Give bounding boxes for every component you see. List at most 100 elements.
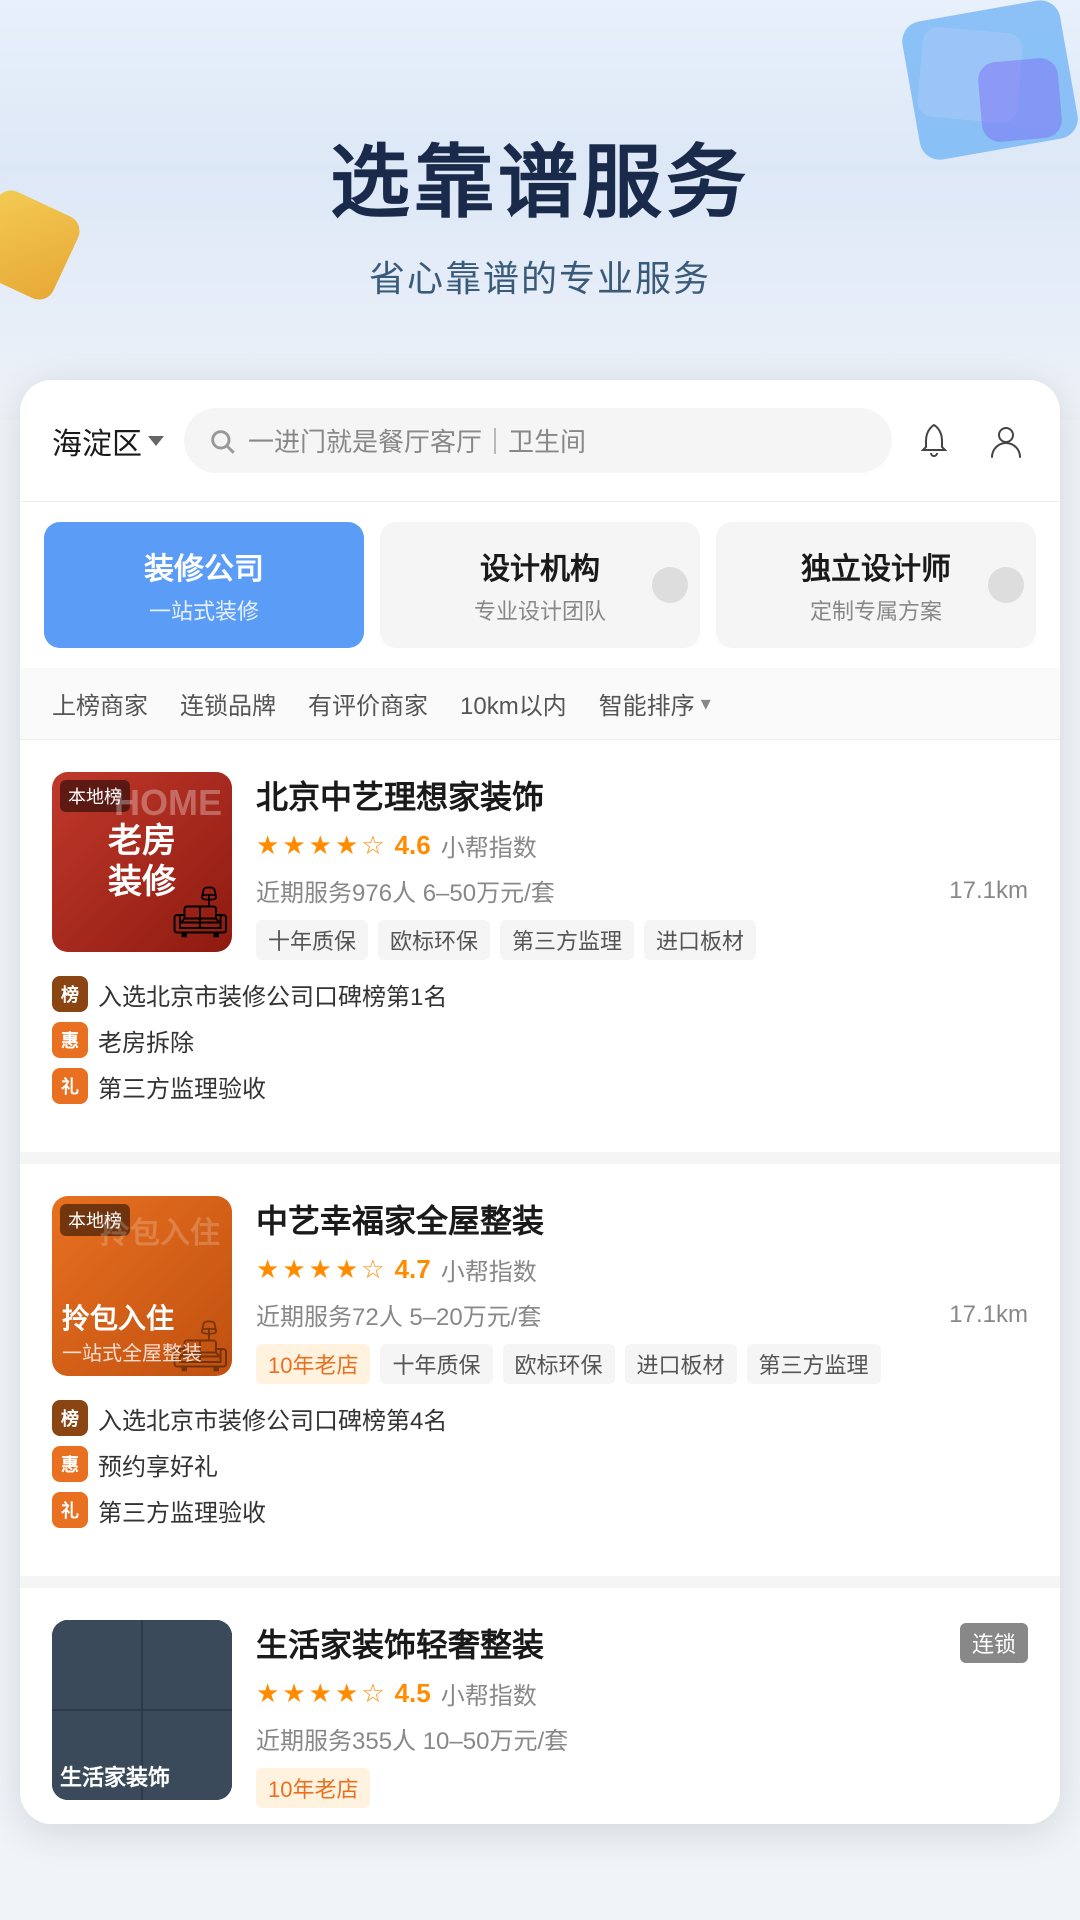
li-icon: 礼	[52, 1068, 88, 1104]
star-icon: ★	[256, 1678, 279, 1709]
search-input-wrapper[interactable]: 一进门就是餐厅客厅｜卫生间	[184, 408, 892, 473]
listing-info-2: 中艺幸福家全屋整装 ★ ★ ★ ★ ☆ 4.7 小帮指数 近期服务72人 5–2…	[256, 1196, 1028, 1400]
notification-button[interactable]	[912, 419, 956, 463]
tab-decoration[interactable]: 装修公司 一站式装修	[44, 522, 364, 648]
badge-text: 第三方监理验收	[98, 1493, 266, 1528]
tab-design-avatar	[652, 567, 688, 603]
tag: 欧标环保	[378, 920, 490, 960]
tab-designer-subtitle: 定制专属方案	[810, 594, 942, 626]
tags-row-1: 十年质保 欧标环保 第三方监理 进口板材	[256, 920, 1028, 960]
sofa-icon: 🛋	[169, 883, 232, 942]
service-info-2: 近期服务72人 5–20万元/套 17.1km	[256, 1297, 1028, 1332]
badge-text: 入选北京市装修公司口碑榜第4名	[98, 1401, 447, 1436]
tags-row-2: 10年老店 十年质保 欧标环保 进口板材 第三方监理	[256, 1344, 1028, 1384]
profile-button[interactable]	[984, 419, 1028, 463]
location-text: 海淀区	[52, 419, 142, 463]
listing-info-3: 生活家装饰轻奢整装 连锁 ★ ★ ★ ★ ☆ 4.5 小帮指数 近期服务355人…	[256, 1620, 1028, 1824]
divider	[20, 1576, 1060, 1588]
tag: 十年质保	[256, 920, 368, 960]
tag: 第三方监理	[500, 920, 634, 960]
hero-subtitle: 省心靠谱的专业服务	[369, 250, 711, 302]
sort-chevron-icon: ▾	[701, 691, 711, 716]
tag: 十年质保	[380, 1344, 492, 1384]
filter-rated[interactable]: 有评价商家	[308, 686, 428, 721]
star-half-icon: ☆	[361, 1254, 384, 1285]
divider	[20, 1152, 1060, 1164]
listing-name-2: 中艺幸福家全屋整装	[256, 1196, 1028, 1242]
thumb-text-2: 拎包入住 一站式全屋整装	[52, 1291, 212, 1376]
rating-label-3: 小帮指数	[441, 1676, 537, 1711]
badge-item: 惠 预约享好礼	[52, 1446, 1028, 1482]
tag: 第三方监理	[747, 1344, 881, 1384]
hero-title: 选靠谱服务	[330, 118, 750, 234]
tag: 进口板材	[625, 1344, 737, 1384]
distance-1: 17.1km	[949, 877, 1028, 905]
star-icon: ★	[309, 1678, 332, 1709]
deco-top-right	[860, 0, 1080, 200]
listing-badges-2: 榜 入选北京市装修公司口碑榜第4名 惠 预约享好礼 礼 第三方监理验收	[20, 1400, 1060, 1576]
tab-designer[interactable]: 独立设计师 定制专属方案	[716, 522, 1036, 648]
listing-item[interactable]: 本地榜 生活家装饰 生活家装饰轻奢整装 连锁 ★ ★ ★	[20, 1588, 1060, 1824]
bang-icon: 榜	[52, 976, 88, 1012]
filter-chain-brand[interactable]: 连锁品牌	[180, 686, 276, 721]
person-icon	[986, 421, 1026, 461]
rating-row-1: ★ ★ ★ ★ ☆ 4.6 小帮指数	[256, 828, 1028, 863]
stars-2: ★ ★ ★ ★ ☆	[256, 1254, 385, 1285]
hero-section: 选靠谱服务 省心靠谱的专业服务	[0, 0, 1080, 420]
main-card: 海淀区 一进门就是餐厅客厅｜卫生间	[20, 380, 1060, 1824]
rating-score-3: 4.5	[395, 1678, 431, 1709]
rating-label-1: 小帮指数	[441, 828, 537, 863]
stars-3: ★ ★ ★ ★ ☆	[256, 1678, 385, 1709]
chevron-down-icon	[148, 436, 164, 446]
li-icon: 礼	[52, 1492, 88, 1528]
deco-left	[0, 200, 70, 290]
badge-text: 老房拆除	[98, 1023, 194, 1058]
tab-design-subtitle: 专业设计团队	[474, 594, 606, 626]
rating-row-3: ★ ★ ★ ★ ☆ 4.5 小帮指数	[256, 1676, 1028, 1711]
listing-thumb-2: 本地榜 拎包入住 拎包入住 一站式全屋整装 🛋	[52, 1196, 232, 1376]
service-count-2: 近期服务72人 5–20万元/套	[256, 1297, 541, 1332]
home-text: HOME	[114, 782, 222, 824]
star-icon: ★	[256, 1254, 279, 1285]
star-icon: ★	[335, 1678, 358, 1709]
listing-thumb-3: 本地榜 生活家装饰	[52, 1620, 232, 1800]
service-count-1: 近期服务976人 6–50万元/套	[256, 873, 555, 908]
rating-row-2: ★ ★ ★ ★ ☆ 4.7 小帮指数	[256, 1252, 1028, 1287]
thumb-main-text-1: 老房装修	[108, 821, 176, 903]
bang-icon: 榜	[52, 1400, 88, 1436]
search-bar: 海淀区 一进门就是餐厅客厅｜卫生间	[20, 380, 1060, 502]
filter-nearby[interactable]: 10km以内	[460, 686, 567, 721]
star-icon: ★	[335, 1254, 358, 1285]
deco-text: 拎包入住	[100, 1208, 220, 1252]
service-info-3: 近期服务355人 10–50万元/套	[256, 1721, 1028, 1756]
service-info-1: 近期服务976人 6–50万元/套 17.1km	[256, 873, 1028, 908]
badge-item: 礼 第三方监理验收	[52, 1492, 1028, 1528]
stars-1: ★ ★ ★ ★ ☆	[256, 830, 385, 861]
tab-designer-title: 独立设计师	[801, 544, 951, 588]
badge-item: 惠 老房拆除	[52, 1022, 1028, 1058]
bell-icon	[914, 421, 954, 461]
badge-text: 预约享好礼	[98, 1447, 218, 1482]
star-icon: ★	[282, 1678, 305, 1709]
chain-badge: 连锁	[960, 1623, 1028, 1663]
tag-highlight: 10年老店	[256, 1344, 370, 1384]
filter-top-merchants[interactable]: 上榜商家	[52, 686, 148, 721]
sort-label: 智能排序	[599, 686, 695, 721]
star-icon: ★	[282, 830, 305, 861]
tag: 欧标环保	[503, 1344, 615, 1384]
category-tabs: 装修公司 一站式装修 设计机构 专业设计团队 独立设计师 定制专属方案	[20, 502, 1060, 668]
distance-2: 17.1km	[949, 1301, 1028, 1329]
tag-highlight: 10年老店	[256, 1768, 370, 1808]
filter-sort[interactable]: 智能排序 ▾	[599, 686, 711, 721]
badge-item: 榜 入选北京市装修公司口碑榜第4名	[52, 1400, 1028, 1436]
tab-design[interactable]: 设计机构 专业设计团队	[380, 522, 700, 648]
tags-row-3: 10年老店	[256, 1768, 1028, 1808]
location-selector[interactable]: 海淀区	[52, 419, 164, 463]
star-icon: ★	[309, 830, 332, 861]
header-icons	[912, 419, 1028, 463]
rating-label-2: 小帮指数	[441, 1252, 537, 1287]
listing-item[interactable]: 本地榜 拎包入住 拎包入住 一站式全屋整装 🛋 中艺幸福家全屋整装 ★ ★ ★ …	[20, 1164, 1060, 1400]
tab-decoration-subtitle: 一站式装修	[149, 594, 259, 626]
listing-item[interactable]: 本地榜 HOME 老房装修 🛋 北京中艺理想家装饰 ★ ★ ★ ★ ☆ 4.6 …	[20, 740, 1060, 976]
star-icon: ★	[309, 1254, 332, 1285]
